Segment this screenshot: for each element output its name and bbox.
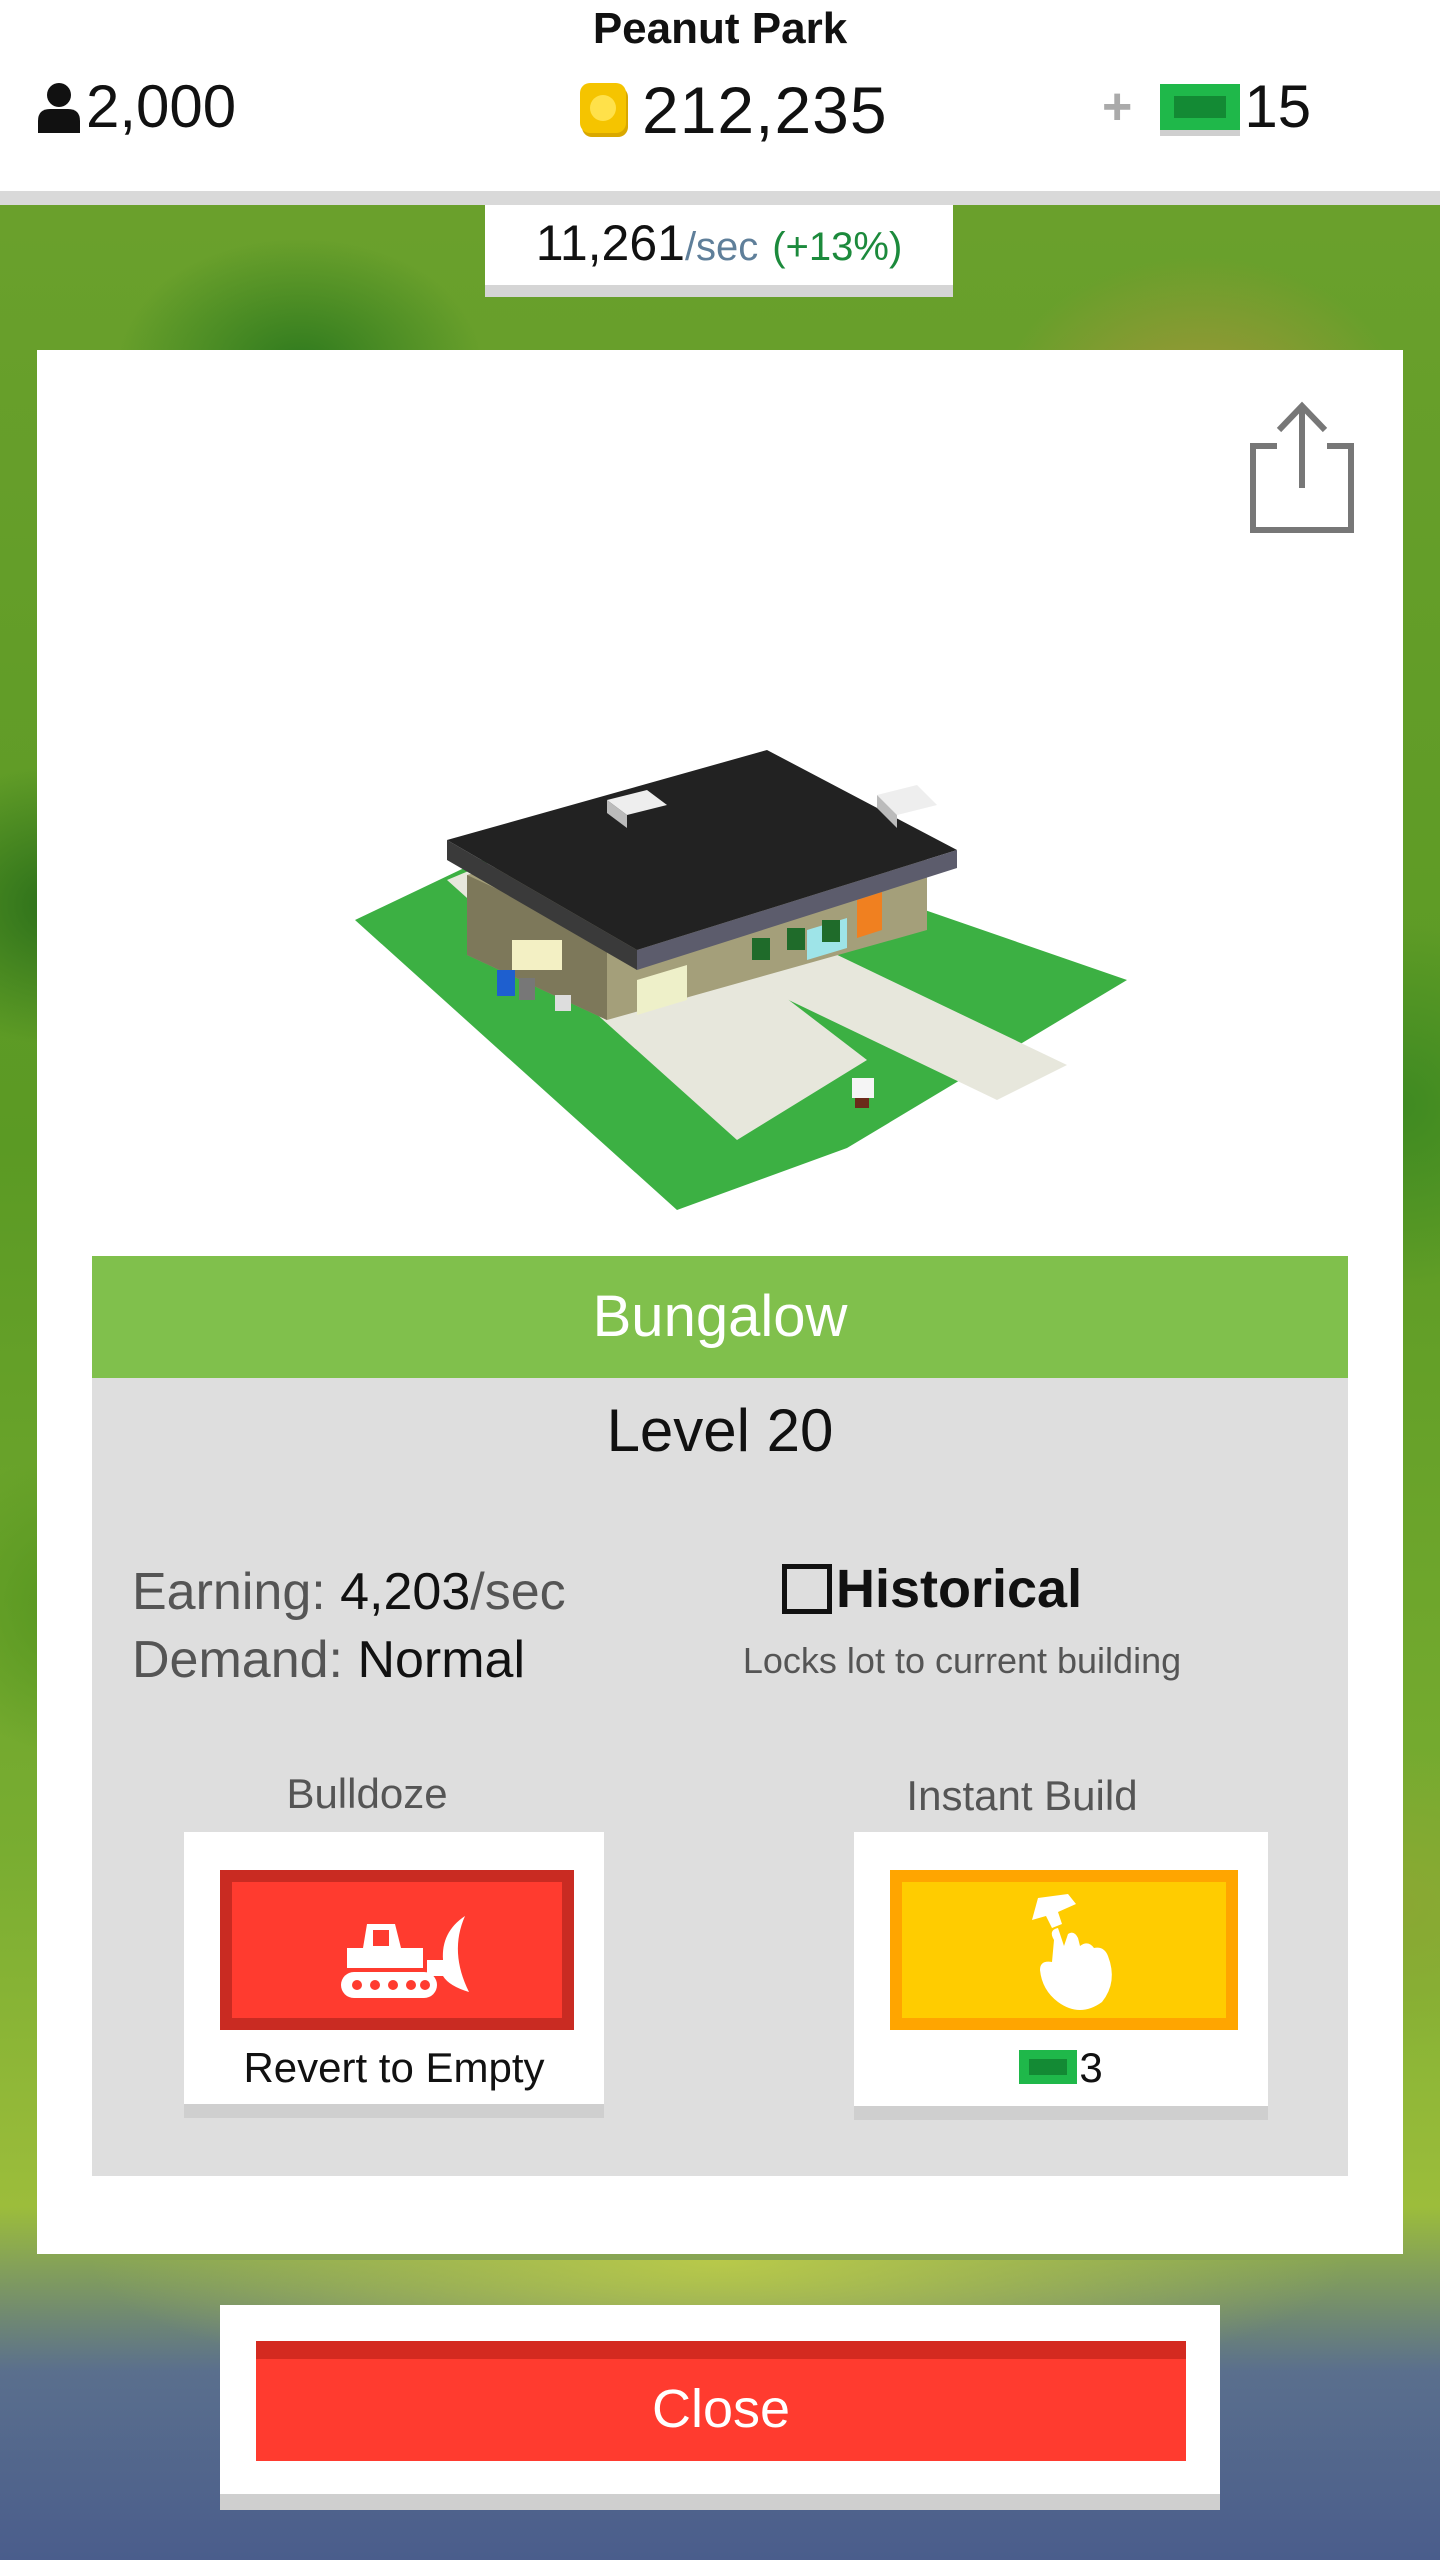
cash-counter[interactable]: + 15 [1102,72,1311,141]
instant-build-card: 3 [854,1832,1268,2120]
close-button[interactable]: Close [256,2341,1186,2461]
building-level: Level 20 [606,1397,834,1464]
cash-bill-icon [1160,83,1241,136]
rate-unit: /sec [684,225,759,269]
cash-bill-icon [1019,2050,1078,2084]
building-info-panel: Bungalow Level 20 Earning: 4,203/sec Dem… [37,350,1403,2254]
instant-build-cost-value: 3 [1079,2044,1103,2091]
cash-value: 15 [1244,73,1312,140]
person-icon [38,82,80,133]
close-card: Close [220,2305,1220,2510]
instant-build-button[interactable] [890,1870,1238,2030]
instant-build-cost: 3 [854,2044,1268,2092]
top-hud: Peanut Park 2,000 212,235 + 15 [0,0,1440,205]
earning-value: 4,203 [340,1563,471,1621]
demand-row: Demand: Normal [132,1626,566,1694]
earning-label: Earning: [132,1563,326,1621]
historical-subtitle: Locks lot to current building [742,1640,1182,1681]
coin-value: 212,235 [642,73,888,147]
building-name: Bungalow [92,1256,1348,1378]
hammer-hand-icon [1032,1894,1112,2010]
demand-label: Demand: [132,1631,343,1689]
bulldoze-title: Bulldoze [286,1770,448,1817]
instant-build-title: Instant Build [906,1772,1138,1819]
historical-checkbox[interactable] [782,1564,832,1614]
rate-value: 11,261 [535,215,685,271]
building-details: Level 20 Earning: 4,203/sec Demand: Norm… [92,1378,1348,2176]
rate-percent: (+13%) [772,225,903,269]
historical-label: Historical [836,1559,1083,1619]
population-counter: 2,000 [36,72,236,141]
bulldoze-card: Revert to Empty [184,1832,604,2118]
bulldoze-button[interactable] [220,1870,574,2030]
population-value: 2,000 [86,73,237,140]
bungalow-illustration [355,750,1127,1210]
earning-row: Earning: 4,203/sec [132,1558,566,1626]
bulldoze-caption: Revert to Empty [243,2044,545,2091]
income-rate-tab: 11,261/sec (+13%) [485,205,953,297]
bulldozer-icon [341,1916,469,1998]
building-stats: Earning: 4,203/sec Demand: Normal [132,1558,566,1694]
demand-value: Normal [357,1631,526,1689]
historical-toggle[interactable]: Historical [782,1558,1082,1620]
coin-icon [580,83,628,137]
earning-unit: /sec [470,1563,566,1621]
share-icon[interactable] [1247,400,1357,536]
add-cash-plus[interactable]: + [1102,77,1132,137]
coin-counter: 212,235 [578,72,888,148]
park-name: Peanut Park [592,4,848,53]
